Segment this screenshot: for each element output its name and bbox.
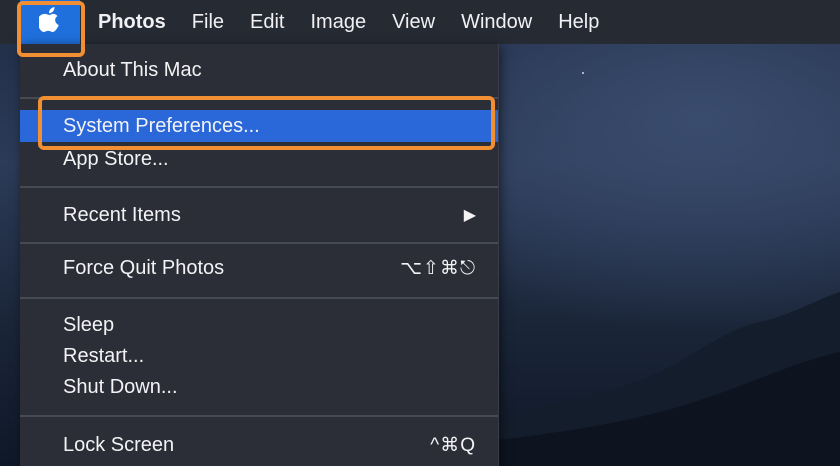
menu-separator (20, 242, 498, 244)
menu-image[interactable]: Image (297, 0, 379, 44)
apple-dropdown-menu: About This Mac System Preferences... App… (20, 44, 499, 466)
menu-item-label: App Store... (63, 147, 169, 170)
menu-item-label: Lock Screen (63, 433, 175, 456)
menu-separator (20, 97, 498, 99)
menu-item-label: Recent Items (63, 203, 181, 226)
shortcut-label: ^⌘Q (430, 434, 476, 456)
menu-item-label: Sleep (63, 313, 115, 336)
menu-separator (20, 415, 498, 417)
menu-separator (20, 186, 498, 188)
menu-item-label: Restart... (63, 344, 145, 367)
menu-view[interactable]: View (379, 0, 448, 44)
menu-window[interactable]: Window (448, 0, 545, 44)
menu-photos[interactable]: Photos (80, 0, 179, 44)
star (582, 72, 584, 74)
shortcut-label: ⌥⇧⌘⎋ (400, 257, 476, 279)
menu-item-shut-down[interactable]: Shut Down... (20, 371, 498, 403)
menu-help[interactable]: Help (545, 0, 612, 44)
menu-file[interactable]: File (179, 0, 237, 44)
submenu-arrow-icon: ▶ (463, 207, 476, 224)
menu-item-about-this-mac[interactable]: About This Mac (20, 54, 498, 86)
menu-bar: Photos File Edit Image View Window Help (0, 0, 840, 44)
menu-item-label: System Preferences... (63, 114, 260, 137)
menu-item-system-preferences[interactable]: System Preferences... (20, 110, 498, 142)
menu-item-lock-screen[interactable]: Lock Screen ^⌘Q (20, 429, 498, 461)
menu-item-restart[interactable]: Restart... (20, 340, 498, 372)
menu-edit[interactable]: Edit (237, 0, 297, 44)
menu-item-label: About This Mac (63, 58, 202, 81)
menu-item-app-store[interactable]: App Store... (20, 143, 498, 175)
apple-logo-icon (37, 6, 61, 38)
menu-item-recent-items[interactable]: Recent Items ▶ (20, 199, 498, 231)
menu-item-sleep[interactable]: Sleep (20, 309, 498, 341)
menu-separator (20, 297, 498, 299)
menu-item-force-quit-photos[interactable]: Force Quit Photos ⌥⇧⌘⎋ (20, 252, 498, 284)
menu-item-label: Force Quit Photos (63, 256, 225, 279)
menu-item-label: Shut Down... (63, 375, 178, 398)
apple-menu-button[interactable] (20, 0, 80, 44)
